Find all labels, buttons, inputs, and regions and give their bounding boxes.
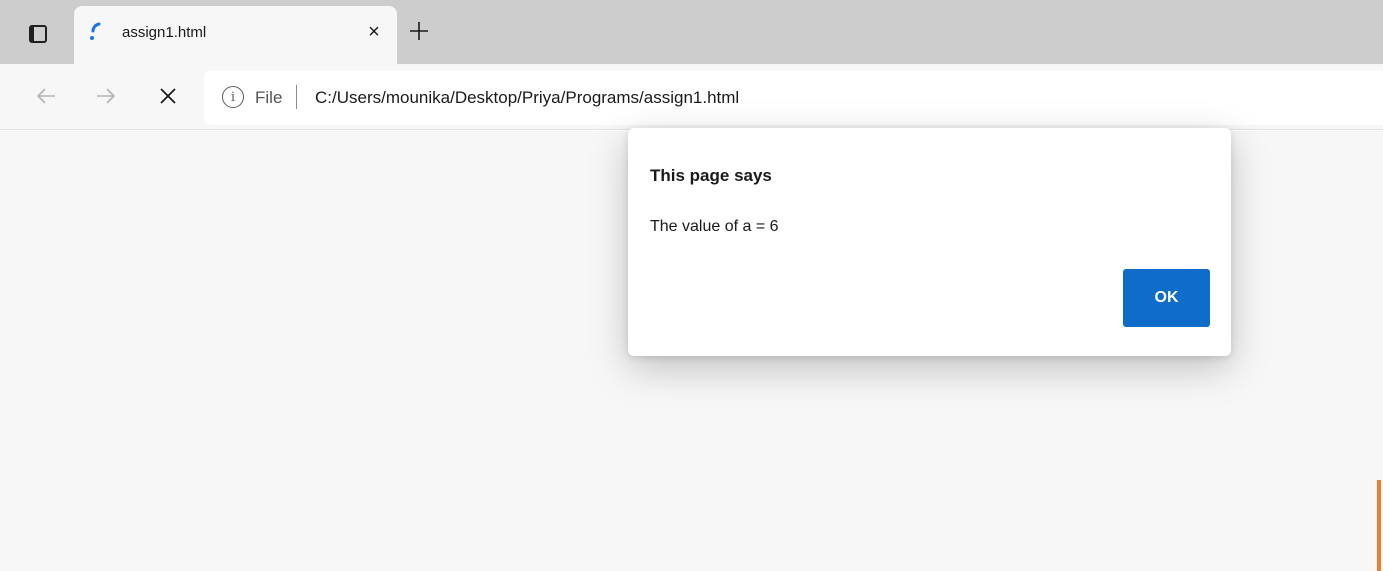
forward-button[interactable] [88, 78, 124, 114]
tab-actions-button[interactable] [16, 14, 60, 54]
address-divider [296, 85, 297, 109]
back-button[interactable] [28, 78, 64, 114]
tab-assign1[interactable]: assign1.html × [74, 6, 397, 64]
tab-actions-icon [29, 25, 47, 43]
forward-arrow-icon [97, 88, 116, 104]
tab-close-button[interactable]: × [362, 20, 386, 44]
alert-dialog: This page says The value of a = 6 OK [628, 128, 1231, 356]
scheme-label: File [255, 88, 283, 107]
dialog-message: The value of a = 6 [650, 218, 779, 235]
new-tab-button[interactable] [404, 16, 434, 46]
stop-button[interactable] [150, 78, 186, 114]
ok-button[interactable]: OK [1123, 269, 1210, 327]
url-text[interactable]: C:/Users/mounika/Desktop/Priya/Programs/… [315, 88, 739, 108]
plus-icon [410, 22, 428, 40]
tab-title: assign1.html [122, 24, 207, 41]
browser-toolbar: i File C:/Users/mounika/Desktop/Priya/Pr… [0, 64, 1383, 130]
loading-spinner-icon [90, 22, 101, 40]
stop-icon [160, 88, 176, 104]
back-arrow-icon [36, 88, 55, 104]
info-icon[interactable]: i [222, 86, 244, 108]
tab-strip: assign1.html × [0, 0, 1383, 64]
address-bar[interactable]: i File C:/Users/mounika/Desktop/Priya/Pr… [204, 71, 1383, 125]
dialog-title: This page says [650, 166, 772, 185]
edge-marker [1377, 480, 1381, 571]
